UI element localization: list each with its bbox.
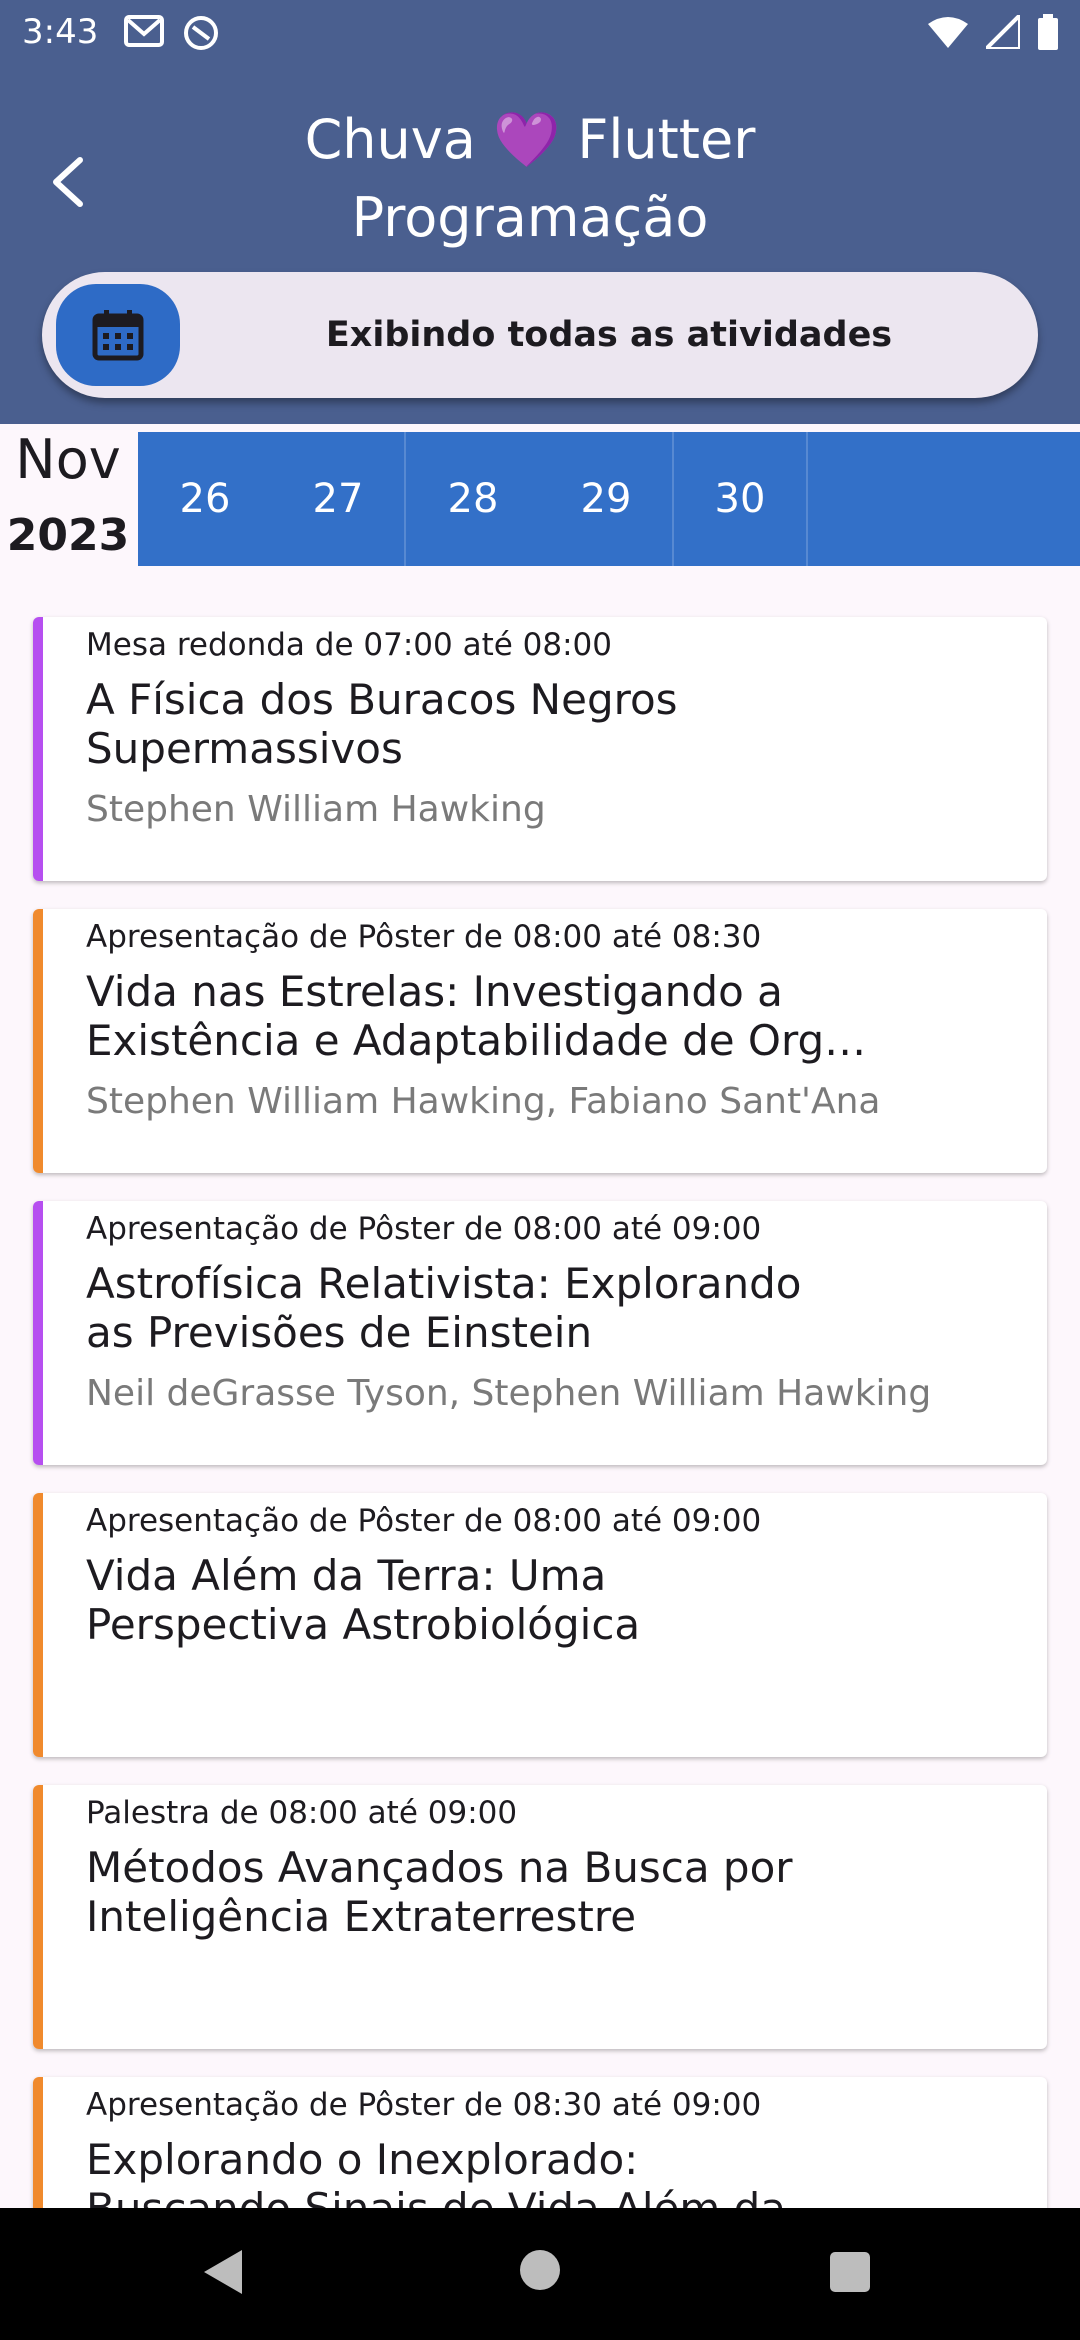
activity-type-time: Apresentação de Pôster de 08:00 até 09:0… [86,1503,762,1539]
activity-card[interactable]: Palestra de 08:00 até 09:00 Métodos Avan… [33,1785,1047,2049]
calendar-button[interactable] [56,284,180,386]
activity-title-line: Vida nas Estrelas: Investigando a [86,967,783,1016]
category-bar [33,617,43,881]
calendar-icon [92,310,144,361]
activity-title: A Física dos Buracos Negros Supermassivo… [86,675,926,773]
activity-type-time: Apresentação de Pôster de 08:00 até 09:0… [86,1211,762,1247]
activity-title-line: Buscando Sinais de Vida Além da [86,2184,926,2208]
app-bar: 3:43 Chuva 💜 Flutter Programação Exibind… [0,0,1080,424]
system-nav-bar [0,2208,1080,2340]
activity-card[interactable]: Apresentação de Pôster de 08:00 até 09:0… [33,1201,1047,1465]
activity-title: Vida nas Estrelas: Investigando a Existê… [86,967,926,1065]
nav-recents-button[interactable] [830,2252,870,2292]
filter-label: Exibindo todas as atividades [325,315,893,355]
day-30[interactable]: 30 [674,432,808,566]
battery-icon [1038,14,1058,54]
activity-title-line: Existência e Adaptabilidade de Org… [86,1016,867,1065]
activity-title-line: Supermassivos [86,724,403,773]
month-label: Nov [15,428,121,491]
triangle-back-icon [204,2250,242,2294]
activity-title-line: Vida Além da Terra: Uma [86,1551,607,1600]
activity-card[interactable]: Apresentação de Pôster de 08:00 até 08:3… [33,909,1047,1173]
activity-speakers: Neil deGrasse Tyson, Stephen William Haw… [86,1373,932,1414]
activity-card[interactable]: Apresentação de Pôster de 08:30 até 09:0… [33,2077,1047,2208]
day-26[interactable]: 26 [138,432,272,566]
activity-list[interactable]: Mesa redonda de 07:00 até 08:00 A Física… [0,590,1080,2208]
page-subtitle: Programação [351,186,709,249]
activity-type-time: Palestra de 08:00 até 09:00 [86,1795,518,1831]
activity-type-time: Mesa redonda de 07:00 até 08:00 [86,627,612,663]
day-29[interactable]: 29 [540,432,674,566]
year-label: 2023 [6,510,130,561]
activity-title-line: Astrofísica Relativista: Explorando [86,1259,802,1308]
activity-title-line: A Física dos Buracos Negros [86,675,678,724]
activity-title-line: Explorando o Inexplorado: [86,2135,639,2184]
nav-back-button[interactable] [200,2248,246,2300]
category-bar [33,1493,43,1757]
activity-title-line: Inteligência Extraterrestre [86,1892,637,1941]
category-bar [33,2077,43,2208]
activity-title: Astrofísica Relativista: Explorando as P… [86,1259,926,1357]
status-bar: 3:43 [0,0,1080,66]
day-27[interactable]: 27 [272,432,406,566]
category-bar [33,1785,43,2049]
day-selector: 26 27 28 29 30 [138,432,1080,566]
page-title: Chuva 💜 Flutter [304,108,756,171]
activity-title: Vida Além da Terra: Uma Perspectiva Astr… [86,1551,926,1649]
activity-speakers: Stephen William Hawking, Fabiano Sant'An… [86,1081,881,1122]
sync-icon [182,14,220,56]
activity-title-line: Métodos Avançados na Busca por [86,1843,793,1892]
category-bar [33,909,43,1173]
activity-title: Explorando o Inexplorado: Buscando Sinai… [86,2135,926,2208]
activity-card[interactable]: Mesa redonda de 07:00 até 08:00 A Física… [33,617,1047,881]
wifi-icon [928,16,968,52]
activity-title: Métodos Avançados na Busca por Inteligên… [86,1843,926,1941]
activity-type-time: Apresentação de Pôster de 08:30 até 09:0… [86,2087,762,2123]
day-28[interactable]: 28 [406,432,540,566]
activity-speakers: Stephen William Hawking [86,789,546,830]
status-time: 3:43 [22,12,99,52]
activity-filter[interactable]: Exibindo todas as atividades [42,272,1038,398]
category-bar [33,1201,43,1465]
activity-type-time: Apresentação de Pôster de 08:00 até 08:3… [86,919,762,955]
activity-card[interactable]: Apresentação de Pôster de 08:00 até 09:0… [33,1493,1047,1757]
signal-icon [981,10,1022,53]
activity-title-line: Perspectiva Astrobiológica [86,1600,641,1649]
nav-home-button[interactable] [520,2250,560,2290]
activity-title-line: as Previsões de Einstein [86,1308,593,1357]
gmail-icon [124,14,164,56]
